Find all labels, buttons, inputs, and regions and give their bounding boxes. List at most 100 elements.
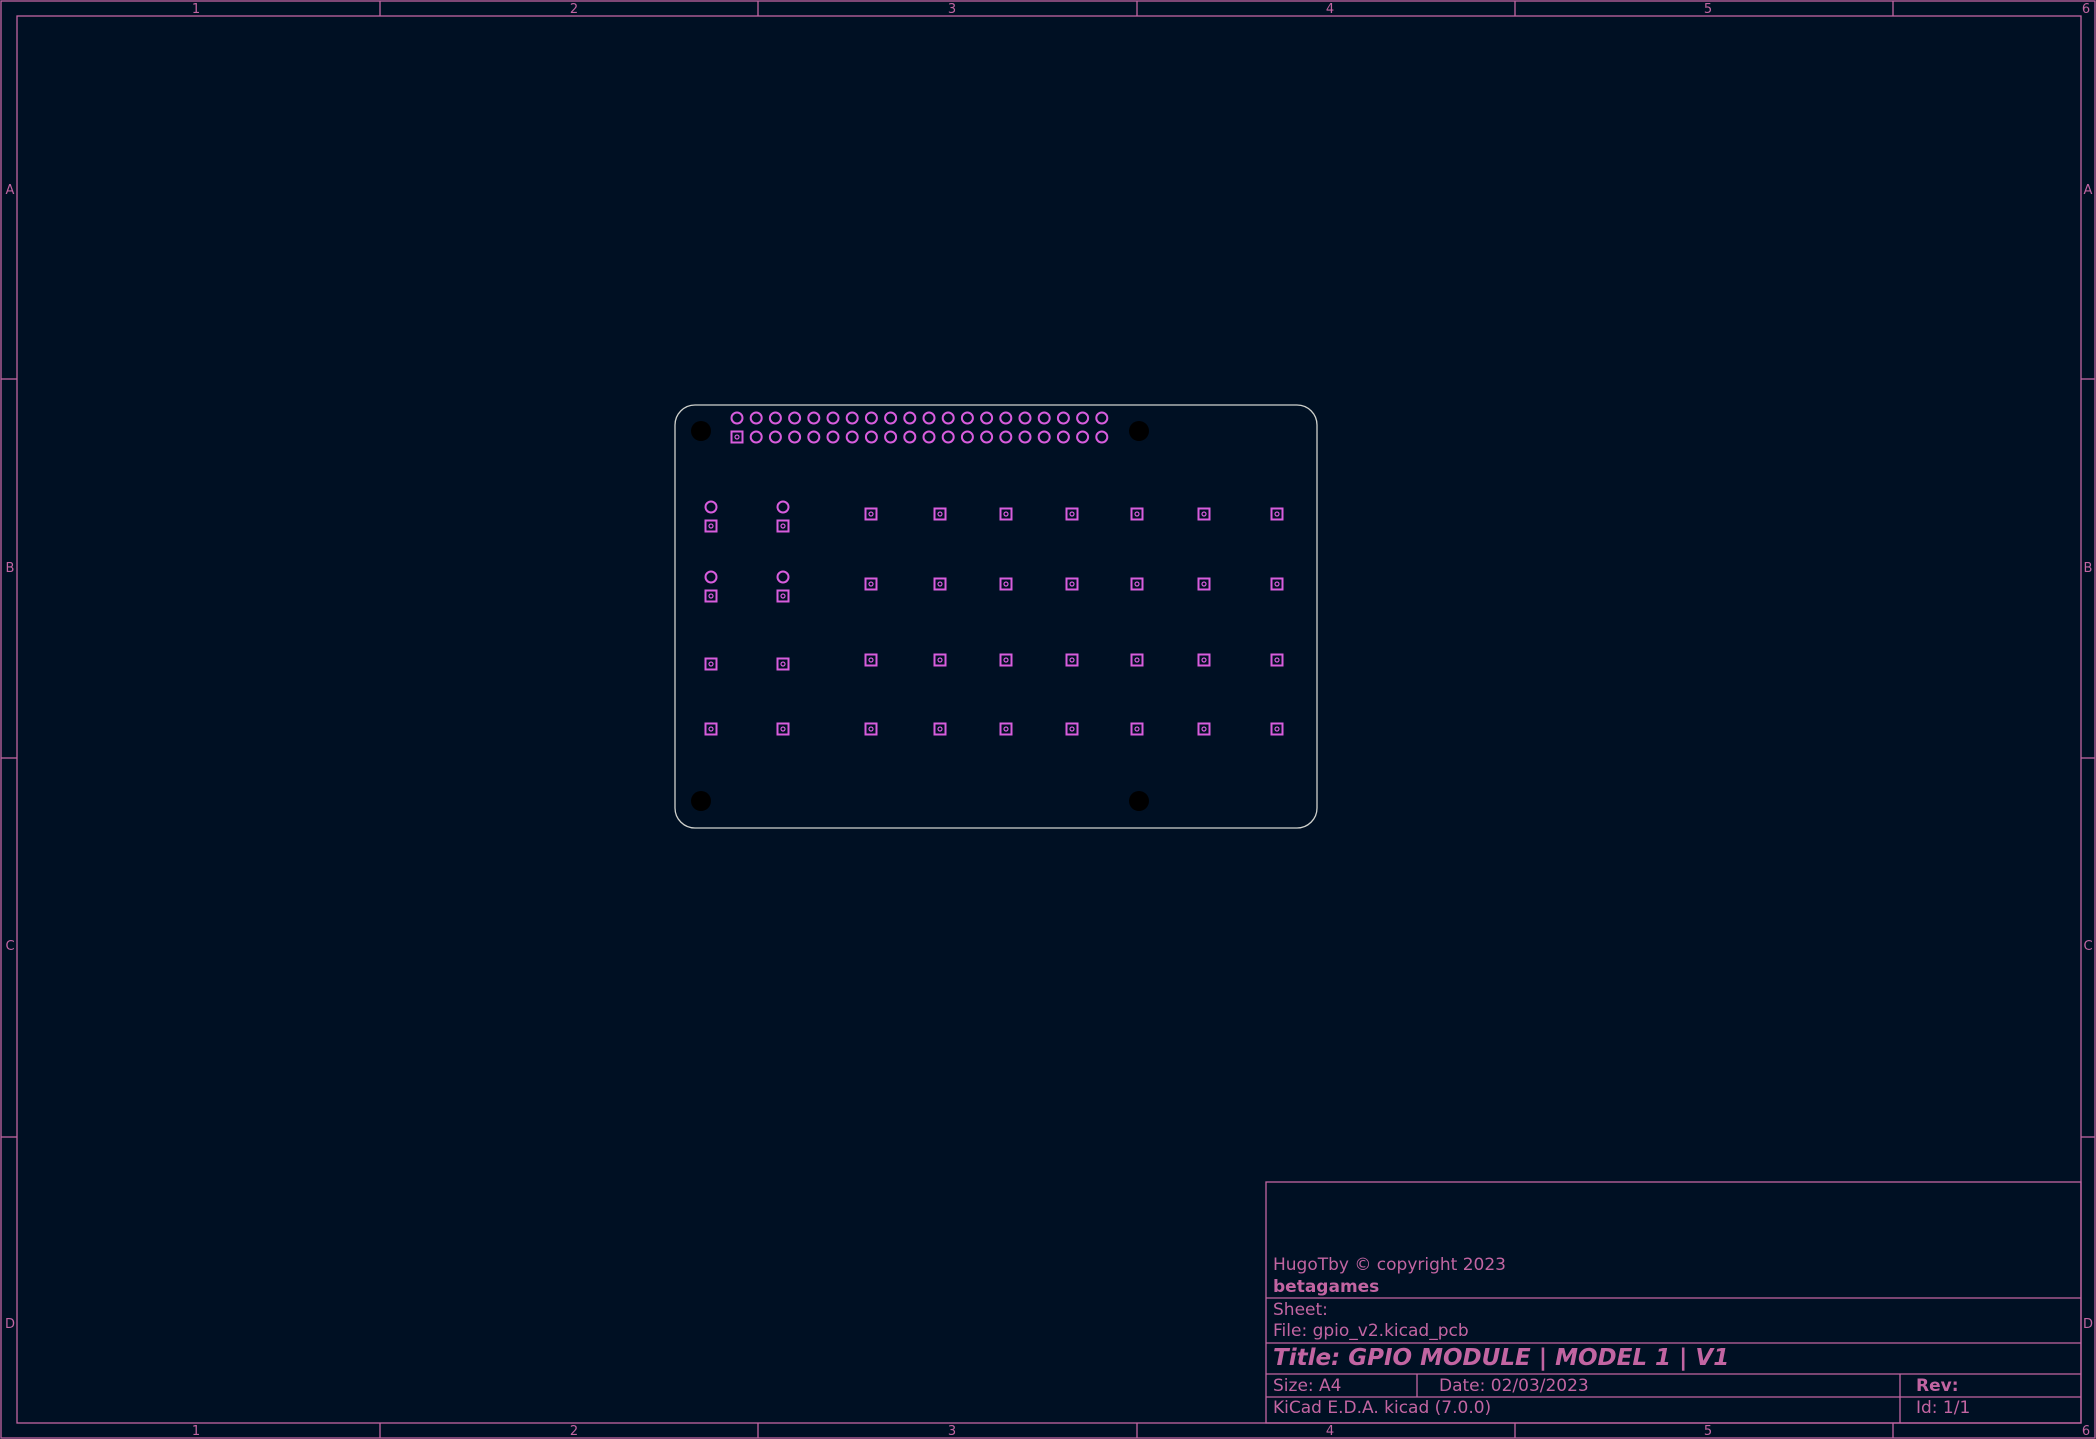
col-label-bottom: 2 bbox=[570, 1424, 578, 1439]
square-pad bbox=[1130, 653, 1144, 667]
round-pad bbox=[922, 411, 936, 425]
pad-drill bbox=[868, 581, 874, 587]
round-pad bbox=[730, 411, 744, 425]
round-pad bbox=[1095, 430, 1109, 444]
round-pad bbox=[1056, 411, 1070, 425]
square-pad bbox=[999, 577, 1013, 591]
sheet-label: Sheet: bbox=[1273, 1300, 1328, 1320]
round-pad bbox=[960, 411, 974, 425]
row-label-right: D bbox=[2083, 1317, 2093, 1332]
round-pad bbox=[704, 500, 718, 514]
round-pad bbox=[776, 500, 790, 514]
company-name: betagames bbox=[1273, 1277, 1379, 1297]
col-label-top: 4 bbox=[1326, 2, 1334, 17]
pad-drill bbox=[1069, 511, 1075, 517]
sheet-title: Title: GPIO MODULE | MODEL 1 | V1 bbox=[1273, 1345, 1729, 1371]
square-pad bbox=[1065, 507, 1079, 521]
square-pad bbox=[999, 722, 1013, 736]
round-pad bbox=[884, 411, 898, 425]
row-label-left: B bbox=[6, 561, 15, 576]
square-pad bbox=[776, 722, 790, 736]
round-pad bbox=[1076, 430, 1090, 444]
round-pad bbox=[903, 430, 917, 444]
round-pad bbox=[845, 430, 859, 444]
col-label-bottom: 4 bbox=[1326, 1424, 1334, 1439]
round-pad bbox=[941, 430, 955, 444]
pad-drill bbox=[1003, 726, 1009, 732]
pad-drill bbox=[734, 434, 740, 440]
round-pad bbox=[768, 430, 782, 444]
col-label-bottom: 1 bbox=[192, 1424, 200, 1439]
col-label-top: 3 bbox=[948, 2, 956, 17]
pad-drill bbox=[708, 593, 714, 599]
square-pad bbox=[1130, 722, 1144, 736]
pad-drill bbox=[708, 726, 714, 732]
column-labels-bottom: 1 2 3 4 5 6 bbox=[192, 1424, 2090, 1439]
pad-drill bbox=[1134, 581, 1140, 587]
square-pad bbox=[864, 577, 878, 591]
pad-drill bbox=[708, 523, 714, 529]
square-pad bbox=[1130, 577, 1144, 591]
pad-drill bbox=[1274, 581, 1280, 587]
square-pad bbox=[776, 589, 790, 603]
round-pad bbox=[903, 411, 917, 425]
pad-drill bbox=[780, 593, 786, 599]
round-pad bbox=[826, 430, 840, 444]
round-pad bbox=[1037, 411, 1051, 425]
square-pad bbox=[1270, 577, 1284, 591]
pad-drill bbox=[1134, 511, 1140, 517]
row-label-right: A bbox=[2084, 183, 2093, 198]
square-pad bbox=[776, 519, 790, 533]
round-pad bbox=[749, 430, 763, 444]
pad-drill bbox=[780, 523, 786, 529]
pad-drill bbox=[1003, 581, 1009, 587]
pad-drill bbox=[1201, 657, 1207, 663]
revision-label: Rev: bbox=[1916, 1376, 1959, 1396]
frame-ticks bbox=[1, 1, 2095, 1438]
col-label-bottom: 6 bbox=[2082, 1424, 2090, 1439]
col-label-top: 1 bbox=[192, 2, 200, 17]
square-pad bbox=[1130, 507, 1144, 521]
board-outline[interactable] bbox=[674, 404, 1318, 829]
round-pad bbox=[1095, 411, 1109, 425]
col-label-top: 5 bbox=[1704, 2, 1712, 17]
pad-drill bbox=[708, 661, 714, 667]
button-footprints bbox=[704, 500, 1284, 736]
square-pad bbox=[1270, 507, 1284, 521]
file-name: File: gpio_v2.kicad_pcb bbox=[1273, 1321, 1469, 1341]
square-pad bbox=[776, 657, 790, 671]
pad-drill bbox=[868, 511, 874, 517]
pad-drill bbox=[1201, 511, 1207, 517]
square-pad bbox=[1197, 507, 1211, 521]
round-pad bbox=[788, 430, 802, 444]
paper-size: Size: A4 bbox=[1273, 1376, 1341, 1396]
pad-drill bbox=[780, 661, 786, 667]
column-labels-top: 1 2 3 4 5 6 bbox=[192, 2, 2090, 17]
pad-drill bbox=[1274, 657, 1280, 663]
square-pad bbox=[704, 657, 718, 671]
round-pad bbox=[922, 430, 936, 444]
round-pad bbox=[1037, 430, 1051, 444]
round-pad bbox=[826, 411, 840, 425]
round-pad bbox=[788, 411, 802, 425]
square-pad bbox=[933, 722, 947, 736]
square-pad bbox=[1065, 653, 1079, 667]
col-label-top: 2 bbox=[570, 2, 578, 17]
row-label-left: D bbox=[5, 1317, 15, 1332]
pad-drill bbox=[868, 726, 874, 732]
square-pad bbox=[704, 589, 718, 603]
pad-drill bbox=[1201, 581, 1207, 587]
pad-drill bbox=[1274, 726, 1280, 732]
mounting-hole bbox=[1129, 421, 1149, 441]
pcb-sheet: 1 2 3 4 5 6 1 2 3 4 5 6 A B C D A B C D bbox=[0, 0, 2096, 1439]
square-pad bbox=[704, 519, 718, 533]
round-pad bbox=[864, 430, 878, 444]
round-pad bbox=[1018, 430, 1032, 444]
square-pad bbox=[1065, 722, 1079, 736]
col-label-bottom: 5 bbox=[1704, 1424, 1712, 1439]
drawing-frame bbox=[0, 0, 2096, 1439]
sheet-date: Date: 02/03/2023 bbox=[1439, 1376, 1589, 1396]
round-pad bbox=[941, 411, 955, 425]
round-pad bbox=[980, 430, 994, 444]
mounting-hole bbox=[1129, 791, 1149, 811]
